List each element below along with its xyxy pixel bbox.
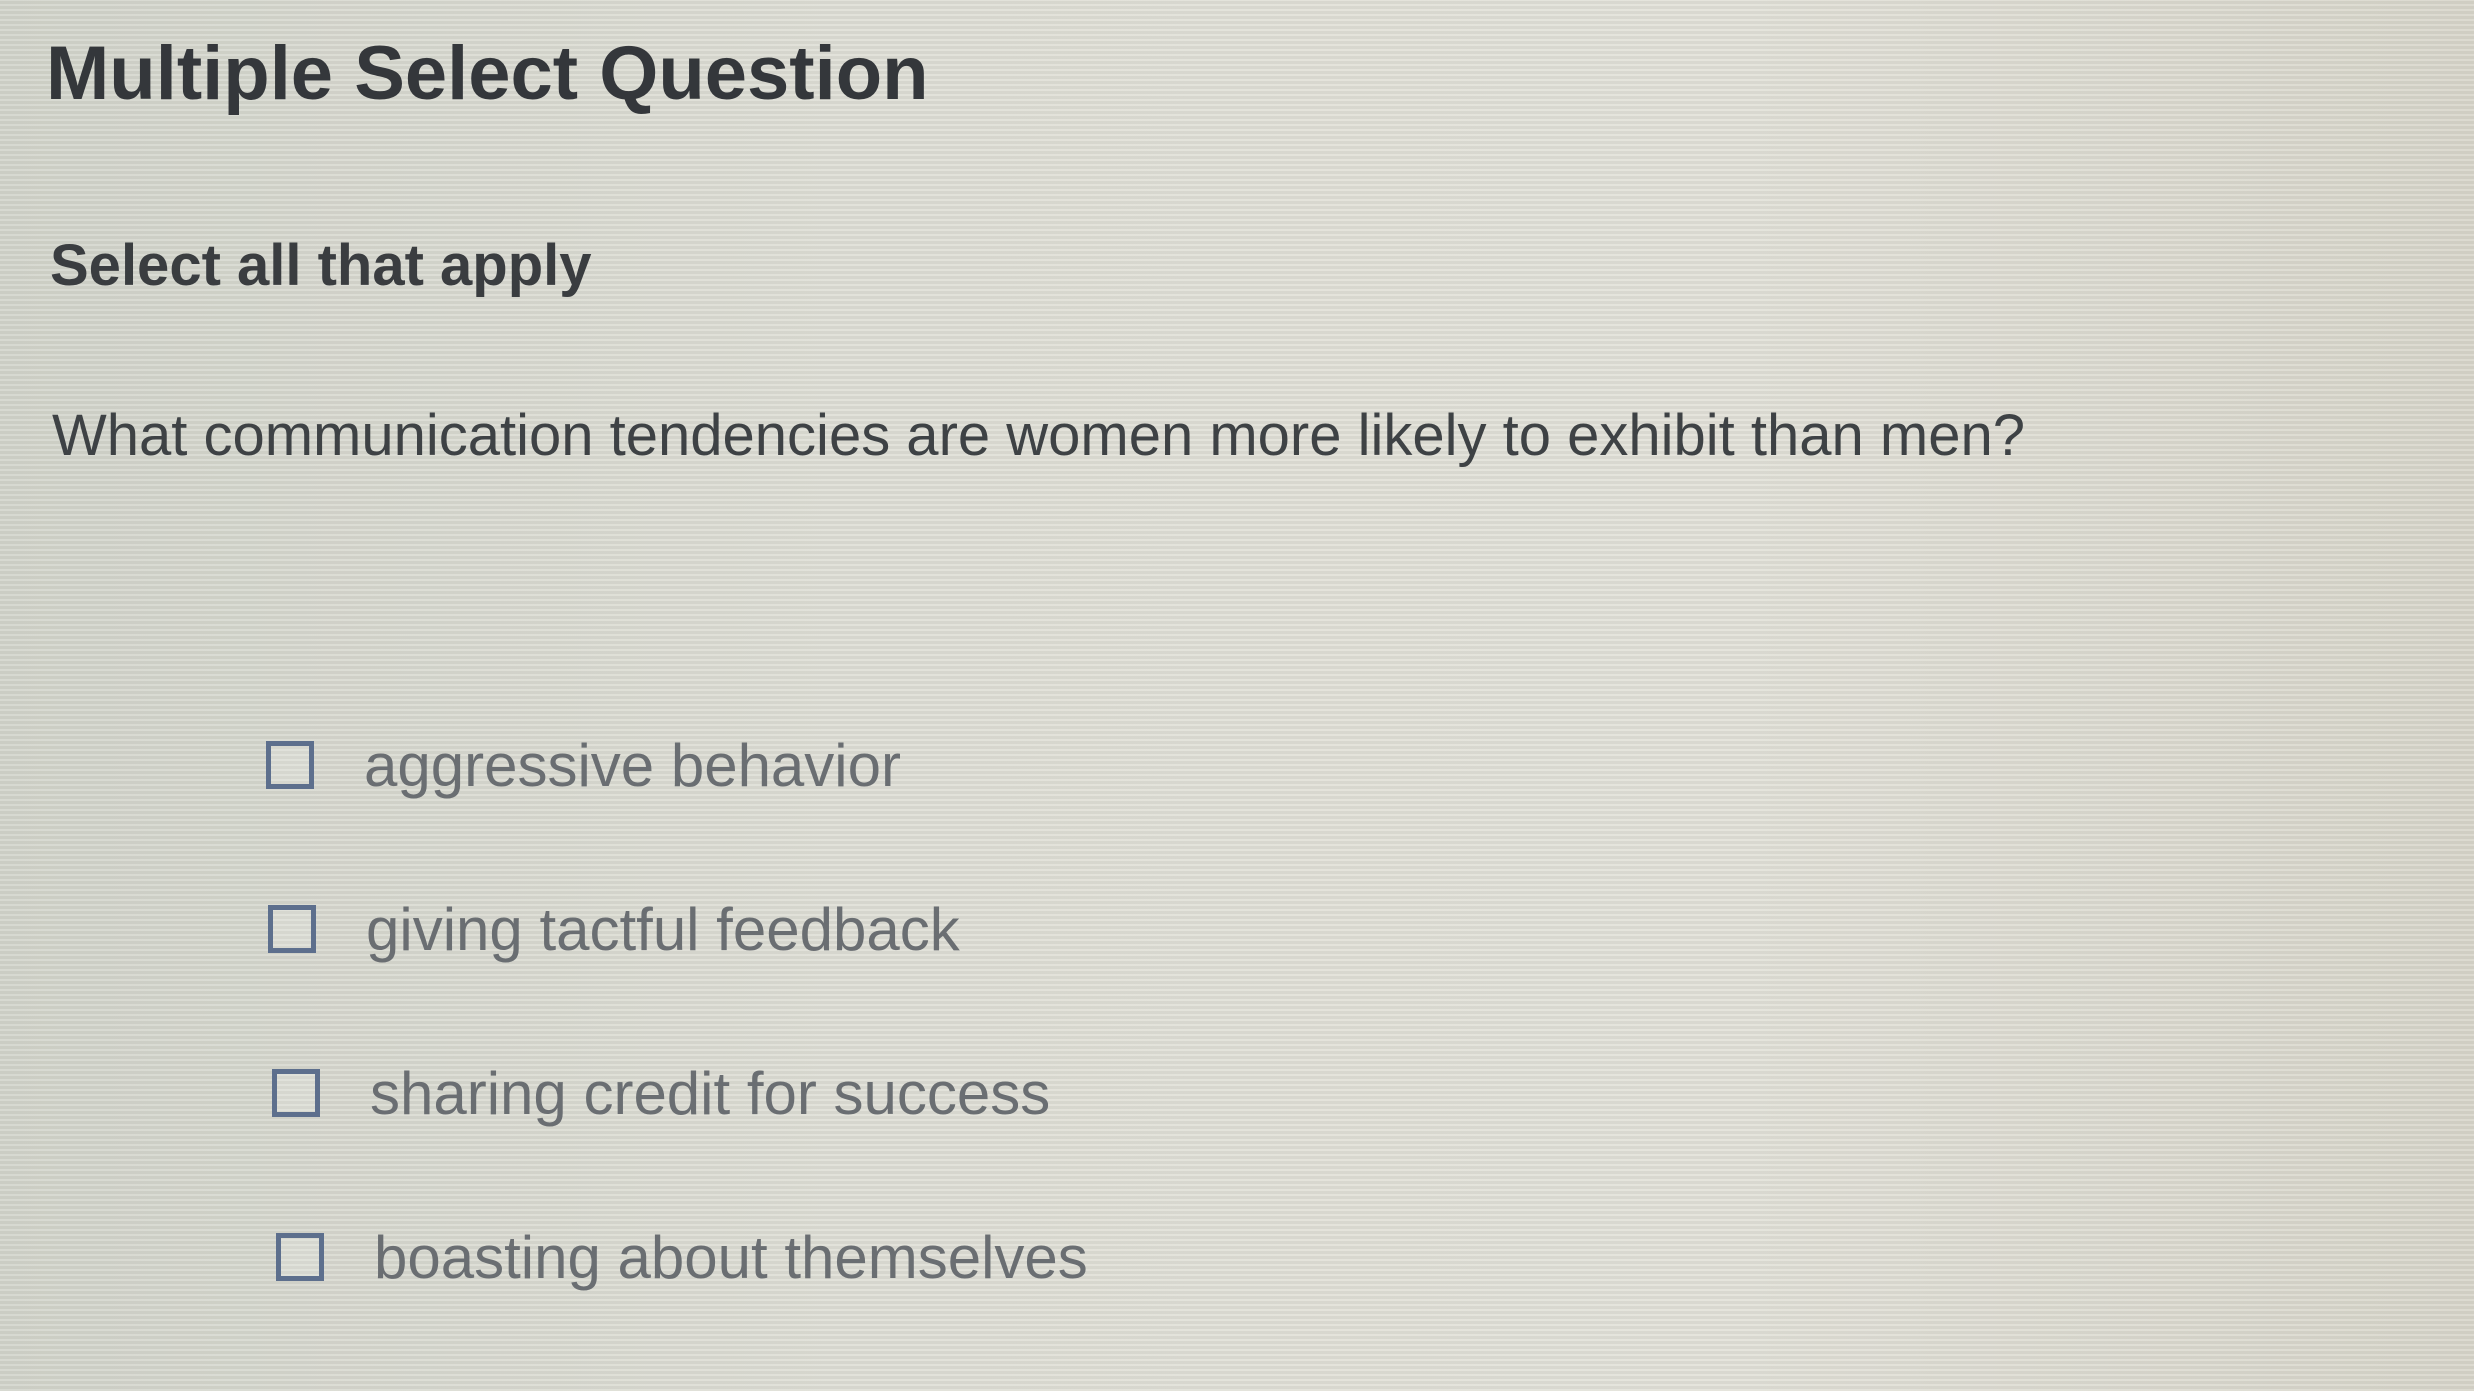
option-aggressive-behavior[interactable]: aggressive behavior [266,732,1088,799]
instruction-text: Select all that apply [50,233,592,298]
question-prompt: What communication tendencies are women … [52,403,2025,468]
checkbox[interactable] [272,1069,320,1117]
checkbox[interactable] [276,1233,324,1281]
option-label[interactable]: sharing credit for success [370,1059,1050,1128]
question-card: Multiple Select Question Select all that… [0,0,2474,1391]
option-label[interactable]: giving tactful feedback [366,895,960,964]
checkbox[interactable] [266,741,314,789]
question-type-title: Multiple Select Question [46,31,929,116]
option-sharing-credit-for-success[interactable]: sharing credit for success [272,1060,1088,1127]
checkbox[interactable] [268,905,316,953]
option-giving-tactful-feedback[interactable]: giving tactful feedback [268,896,1088,963]
answer-options-list: aggressive behavior giving tactful feedb… [266,732,1088,1391]
option-boasting-about-themselves[interactable]: boasting about themselves [276,1224,1088,1291]
option-label[interactable]: boasting about themselves [374,1223,1088,1292]
option-label[interactable]: aggressive behavior [364,731,901,800]
